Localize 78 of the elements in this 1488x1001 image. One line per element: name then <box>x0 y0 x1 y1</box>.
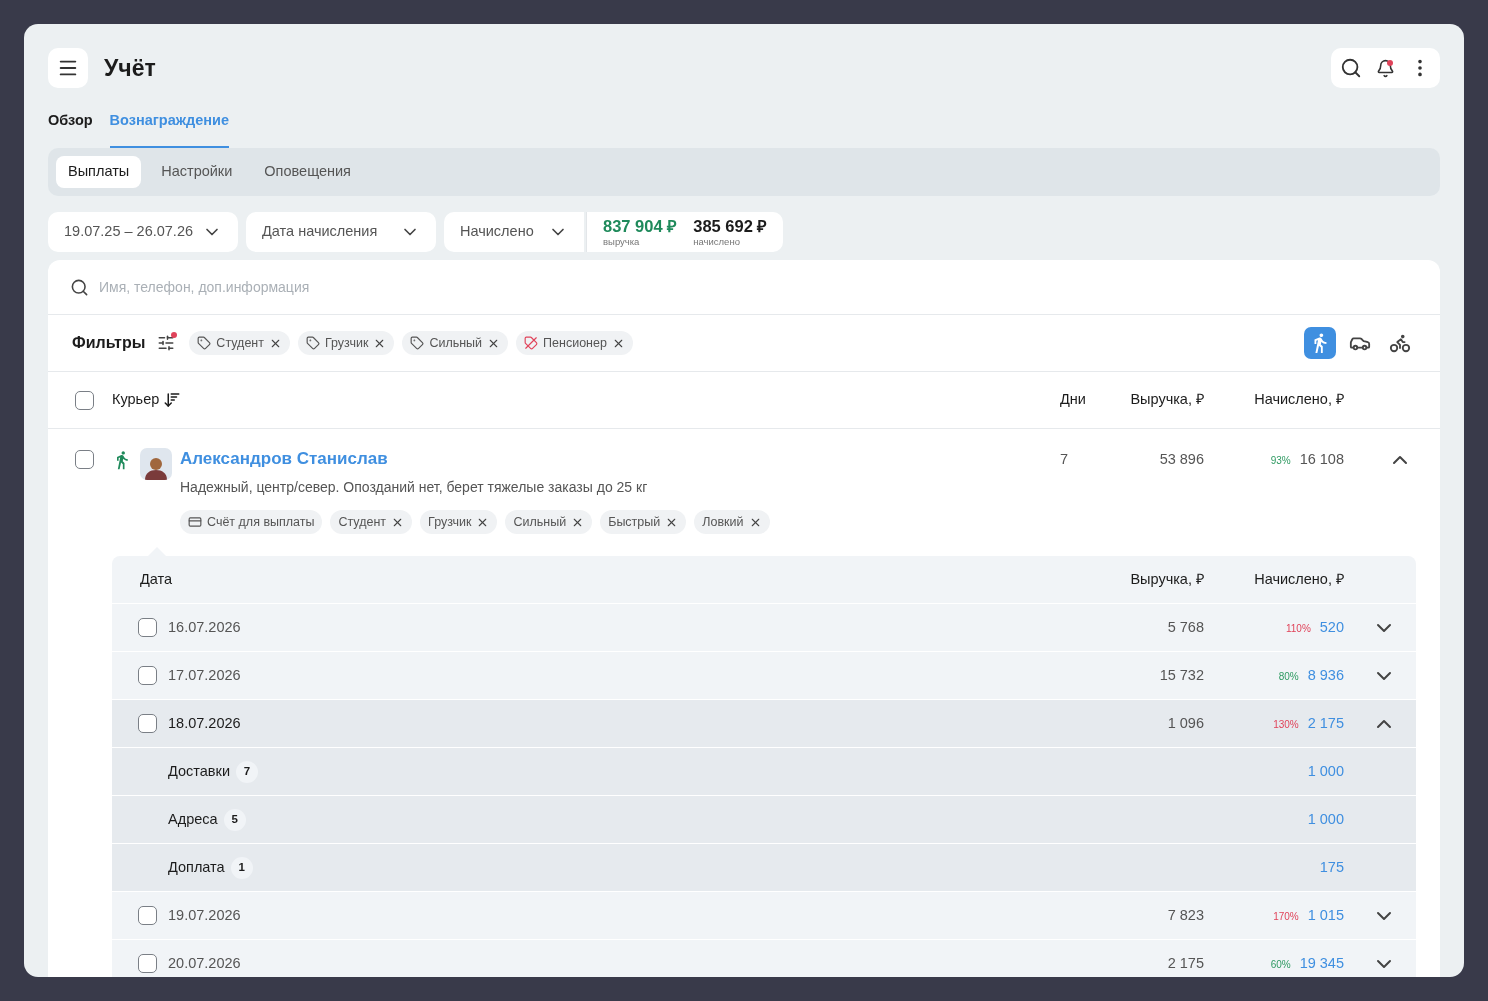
total-label: начислено <box>693 236 741 246</box>
column-header[interactable]: Курьер <box>112 389 160 411</box>
breakdown-label: Доплата <box>168 857 225 877</box>
percent-label: 60% <box>1270 957 1291 972</box>
card-icon <box>188 515 202 529</box>
breakdown-label: Адреса <box>168 809 218 829</box>
total-label: выручка <box>603 236 641 246</box>
tag-chip[interactable]: Грузчик <box>420 510 498 534</box>
page-title: Учёт <box>104 53 156 83</box>
table-cell-text: 7 <box>1060 450 1070 469</box>
checkbox[interactable] <box>138 618 157 637</box>
breakdown-label: Доставки <box>168 761 230 781</box>
checkbox[interactable] <box>138 714 157 733</box>
table-cell-text: 15 732 <box>1158 665 1204 685</box>
date-cell-text: 17.07.2026 <box>168 665 241 685</box>
notification-icon[interactable] <box>1376 58 1395 78</box>
percent-label: 93% <box>1270 454 1291 468</box>
column-header: Начислено, ₽ <box>1253 569 1344 589</box>
count-badge: 1 <box>230 856 253 879</box>
table-cell-text: 2 175 <box>1166 953 1204 973</box>
tab[interactable]: Обзор <box>48 105 93 148</box>
table-cell-text: 1 096 <box>1166 713 1204 733</box>
date-cell-text: 16.07.2026 <box>168 617 241 637</box>
dropdown[interactable]: Начислено <box>444 212 584 252</box>
percent-label: 170% <box>1273 909 1299 924</box>
column-header: Начислено, ₽ <box>1253 390 1344 410</box>
avatar <box>140 448 172 480</box>
column-header: Выручка, ₽ <box>1129 569 1204 589</box>
checkbox[interactable] <box>138 666 157 685</box>
courier-note: Надежный, центр/север. Опозданий нет, берет тяжелые заказы до 25 кг <box>180 478 649 497</box>
table-cell-text: 53 896 <box>1158 450 1204 469</box>
tag-chip[interactable]: Сильный <box>505 510 593 534</box>
search-icon <box>70 277 89 297</box>
date-cell-text: 19.07.2026 <box>168 905 241 925</box>
search-field[interactable]: Имя, телефон, доп.информация <box>99 276 1418 298</box>
date-cell-text: 20.07.2026 <box>168 953 241 973</box>
search-icon[interactable] <box>1340 57 1362 79</box>
table-cell-text: 16 108 <box>1299 450 1344 469</box>
tag-icon <box>410 336 425 350</box>
tag-chip[interactable]: Счёт для выплаты <box>180 510 323 534</box>
subtab[interactable]: Выплаты <box>56 156 142 188</box>
subtab[interactable]: Настройки <box>149 156 245 188</box>
checkbox[interactable] <box>75 450 94 469</box>
total-value: 837 904 ₽ <box>603 218 678 235</box>
table-cell-text: 5 768 <box>1166 617 1204 637</box>
filters-title: Фильтры <box>72 333 146 353</box>
tag-chip[interactable]: Пенсионер <box>516 331 633 355</box>
checkbox[interactable] <box>138 906 157 925</box>
sort-icon[interactable] <box>163 391 182 409</box>
percent-label: 80% <box>1278 669 1299 684</box>
count-badge: 5 <box>223 808 246 831</box>
tag-chip[interactable]: Грузчик <box>297 331 395 355</box>
dropdown[interactable]: Дата начисления <box>246 212 436 252</box>
percent-label: 110% <box>1285 621 1311 636</box>
dropdown[interactable]: 19.07.25 – 26.07.26 <box>48 212 238 252</box>
tag-icon <box>197 336 212 350</box>
checkbox[interactable] <box>75 390 94 410</box>
total-value: 385 692 ₽ <box>693 218 768 235</box>
subtab[interactable]: Оповещения <box>252 156 363 188</box>
bicycle-icon <box>1389 332 1411 354</box>
count-badge: 7 <box>236 760 258 783</box>
column-header: Дни <box>1060 390 1087 410</box>
tag-chip[interactable]: Студент <box>330 510 413 534</box>
checkbox[interactable] <box>138 954 157 973</box>
percent-label: 130% <box>1273 717 1299 732</box>
tag-chip[interactable]: Ловкий <box>694 510 770 534</box>
column-header: Дата <box>139 569 174 589</box>
table-cell-text: 7 823 <box>1166 905 1204 925</box>
tag-off-icon <box>524 336 539 350</box>
column-header: Выручка, ₽ <box>1129 390 1204 410</box>
filter-settings-icon[interactable] <box>157 334 176 352</box>
tag-chip[interactable]: Студент <box>189 331 290 355</box>
menu-button[interactable] <box>48 48 88 88</box>
tag-chip[interactable]: Быстрый <box>600 510 687 534</box>
tag-icon <box>305 336 320 350</box>
date-cell-text: 18.07.2026 <box>168 713 241 733</box>
tag-chip[interactable]: Сильный <box>402 331 509 355</box>
transport-toggle[interactable] <box>1304 327 1336 359</box>
